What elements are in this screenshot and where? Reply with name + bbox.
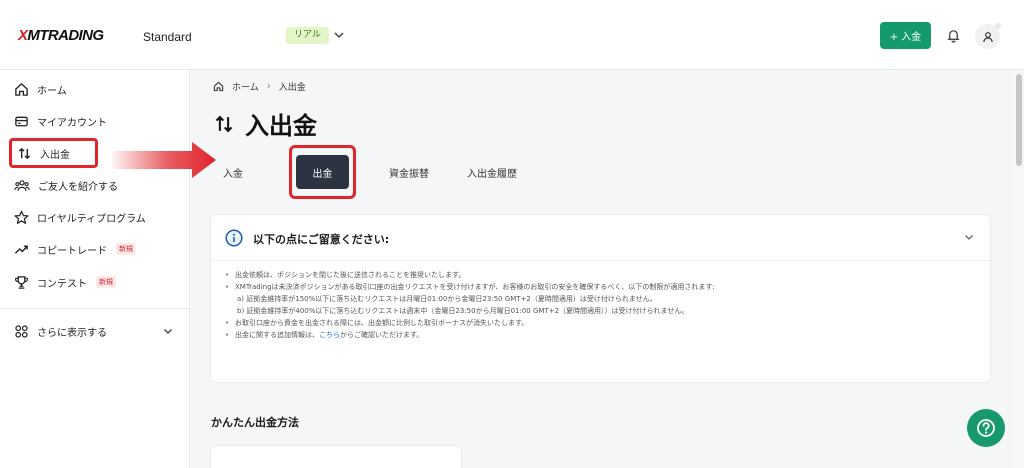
new-badge: 新規 bbox=[116, 243, 136, 255]
bell-icon[interactable] bbox=[946, 28, 961, 43]
people-icon bbox=[14, 179, 30, 191]
main-content: ホーム › 入出金 入出金 入金 出金 資金振替 入出金履歴 以下の点にご留意く… bbox=[191, 70, 1014, 468]
trophy-icon bbox=[15, 275, 28, 289]
notice-subitem: b) 証拠金維持率が400%以下に落ち込むリクエストは週末中（金曜日23:50か… bbox=[237, 307, 689, 315]
sidebar-item-referral[interactable]: ご友人を紹介する bbox=[14, 174, 118, 196]
sidebar-divider bbox=[0, 308, 190, 309]
tab-withdrawal[interactable]: 出金 bbox=[289, 145, 356, 199]
transfer-arrows-icon bbox=[215, 115, 233, 132]
tab-deposit[interactable]: 入金 bbox=[219, 150, 247, 194]
home-icon bbox=[15, 82, 28, 96]
withdrawal-notice: 以下の点にご留意ください: 出金依頼は、ポジションを閉じた後に送信されることを推… bbox=[210, 214, 992, 383]
breadcrumb-separator: › bbox=[266, 81, 271, 92]
sidebar-show-more[interactable]: さらに表示する bbox=[14, 320, 107, 342]
chevron-down-icon[interactable] bbox=[162, 325, 174, 337]
sidebar: ホーム マイアカウント 入出金 ご友人を紹介する ロイヤルティプログラム コピー… bbox=[0, 70, 190, 468]
account-badge: リアル bbox=[286, 27, 329, 44]
sidebar-item-deposit-withdrawal[interactable]: 入出金 bbox=[9, 138, 98, 168]
top-header: XMTRADING Standard リアル + 入金 bbox=[0, 0, 1024, 70]
notice-list: 出金依頼は、ポジションを閉じた後に送信されることを推奨いたします。 XMTrad… bbox=[223, 269, 983, 341]
grid-icon bbox=[15, 324, 28, 338]
help-button[interactable] bbox=[967, 409, 1005, 447]
trend-icon bbox=[14, 245, 28, 254]
new-badge: 新規 bbox=[96, 276, 116, 288]
notice-subitem: a) 証拠金維持率が150%以下に落ち込むリクエストは月曜日01:00から金曜日… bbox=[237, 295, 657, 303]
deposit-button[interactable]: + 入金 bbox=[880, 22, 931, 49]
notification-dot bbox=[995, 23, 1001, 29]
sidebar-item-my-account[interactable]: マイアカウント bbox=[14, 110, 107, 132]
user-avatar[interactable] bbox=[975, 23, 1001, 49]
breadcrumb: ホーム › 入出金 bbox=[213, 80, 306, 93]
sidebar-item-home[interactable]: ホーム bbox=[14, 78, 67, 100]
breadcrumb-current: 入出金 bbox=[278, 83, 306, 93]
scrollbar[interactable] bbox=[1014, 70, 1024, 468]
page-title: 入出金 bbox=[213, 106, 317, 141]
sidebar-item-loyalty[interactable]: ロイヤルティプログラム bbox=[14, 206, 146, 228]
payment-method-card[interactable] bbox=[210, 445, 462, 468]
home-icon[interactable] bbox=[213, 81, 224, 92]
notice-item: XMTradingは未決済ポジションがある取引口座の出金リクエストを受け付けます… bbox=[223, 281, 983, 293]
star-icon bbox=[14, 210, 29, 224]
account-type[interactable]: Standard bbox=[143, 30, 192, 44]
notice-item: 出金依頼は、ポジションを閉じた後に送信されることを推奨いたします。 bbox=[223, 269, 983, 281]
notice-item-more-info: 出金に関する追加情報は、こちらからご確認いただけます。 bbox=[223, 329, 983, 341]
tab-fund-transfer[interactable]: 資金振替 bbox=[377, 150, 441, 194]
notice-header[interactable]: 以下の点にご留意ください: bbox=[211, 215, 992, 261]
question-icon bbox=[977, 419, 995, 437]
wallet-icon bbox=[15, 116, 28, 126]
sidebar-item-contest[interactable]: コンテスト 新規 bbox=[14, 271, 116, 293]
chevron-down-icon[interactable] bbox=[332, 28, 346, 42]
easy-withdrawal-title: かんたん出金方法 bbox=[211, 416, 299, 429]
breadcrumb-home[interactable]: ホーム bbox=[232, 80, 259, 93]
more-info-link[interactable]: こちら bbox=[319, 331, 340, 339]
brand-logo[interactable]: XMTRADING bbox=[18, 27, 104, 44]
transfer-arrows-icon bbox=[18, 147, 31, 159]
info-icon bbox=[225, 229, 243, 247]
scrollbar-thumb[interactable] bbox=[1016, 74, 1022, 166]
sidebar-item-copy-trade[interactable]: コピートレード 新規 bbox=[14, 238, 136, 260]
tab-transaction-history[interactable]: 入出金履歴 bbox=[451, 150, 533, 194]
chevron-down-icon[interactable] bbox=[963, 231, 975, 243]
tab-withdrawal-active: 出金 bbox=[296, 155, 349, 189]
user-icon bbox=[982, 31, 993, 42]
notice-item: お取引口座から資金を出金される際には、出金額に比例した取引ボーナスが消失いたしま… bbox=[223, 317, 983, 329]
